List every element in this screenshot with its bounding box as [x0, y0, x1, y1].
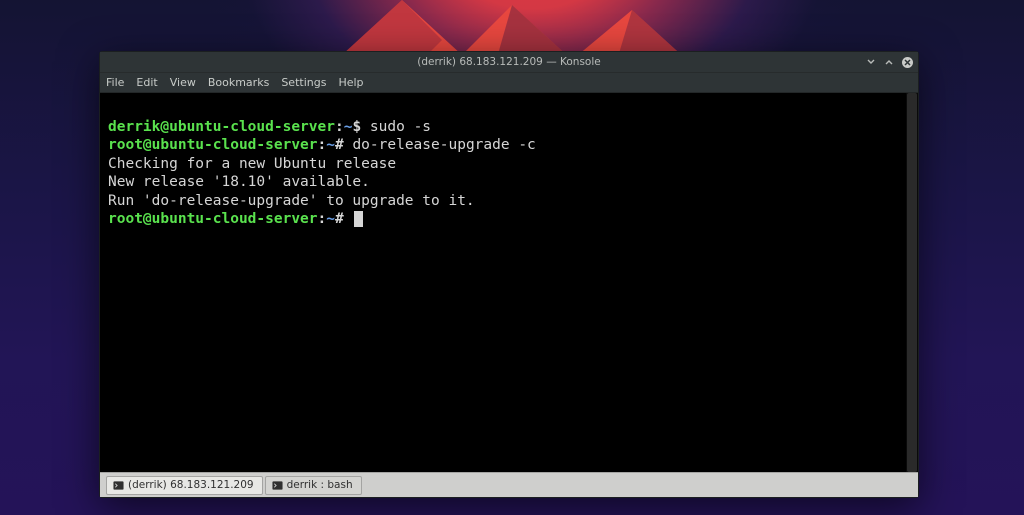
prompt-sigil: $ — [352, 119, 369, 135]
close-button[interactable] — [899, 54, 915, 70]
menu-edit[interactable]: Edit — [136, 76, 157, 89]
prompt-userhost: root@ubuntu-cloud-server — [108, 211, 318, 227]
command-text: do-release-upgrade -c — [352, 137, 535, 153]
prompt-sep: : — [335, 119, 344, 135]
prompt-userhost: root@ubuntu-cloud-server — [108, 137, 318, 153]
text-cursor — [354, 211, 363, 227]
tab-label: (derrik) 68.183.121.209 — [128, 479, 254, 491]
terminal-viewport[interactable]: derrik@ubuntu-cloud-server:~$ sudo -s ro… — [100, 93, 918, 472]
maximize-button[interactable] — [881, 54, 897, 70]
menu-file[interactable]: File — [106, 76, 124, 89]
prompt-userhost: derrik@ubuntu-cloud-server — [108, 119, 335, 135]
prompt-sep: : — [318, 137, 327, 153]
prompt-path: ~ — [326, 211, 335, 227]
desktop-background: (derrik) 68.183.121.209 — Konsole File E… — [0, 0, 1024, 515]
prompt-sep: : — [318, 211, 327, 227]
minimize-button[interactable] — [863, 54, 879, 70]
window-controls — [863, 54, 915, 70]
tab-active[interactable]: (derrik) 68.183.121.209 — [106, 476, 263, 495]
scrollbar[interactable] — [906, 93, 918, 472]
terminal-icon — [113, 480, 124, 491]
menu-view[interactable]: View — [170, 76, 196, 89]
tabbar: (derrik) 68.183.121.209 derrik : bash — [100, 472, 918, 497]
konsole-window: (derrik) 68.183.121.209 — Konsole File E… — [99, 51, 919, 498]
scrollbar-thumb[interactable] — [907, 93, 917, 472]
prompt-sigil: # — [335, 211, 352, 227]
prompt-sigil: # — [335, 137, 352, 153]
window-title: (derrik) 68.183.121.209 — Konsole — [417, 56, 601, 68]
terminal-icon — [272, 480, 283, 491]
titlebar[interactable]: (derrik) 68.183.121.209 — Konsole — [100, 52, 918, 73]
menu-help[interactable]: Help — [338, 76, 363, 89]
command-text: sudo -s — [370, 119, 431, 135]
tab-second[interactable]: derrik : bash — [265, 476, 362, 495]
output-line: New release '18.10' available. — [108, 174, 370, 190]
output-line: Run 'do-release-upgrade' to upgrade to i… — [108, 193, 475, 209]
menu-settings[interactable]: Settings — [281, 76, 326, 89]
prompt-path: ~ — [326, 137, 335, 153]
menubar: File Edit View Bookmarks Settings Help — [100, 73, 918, 93]
output-line: Checking for a new Ubuntu release — [108, 156, 396, 172]
menu-bookmarks[interactable]: Bookmarks — [208, 76, 269, 89]
tab-label: derrik : bash — [287, 479, 353, 491]
